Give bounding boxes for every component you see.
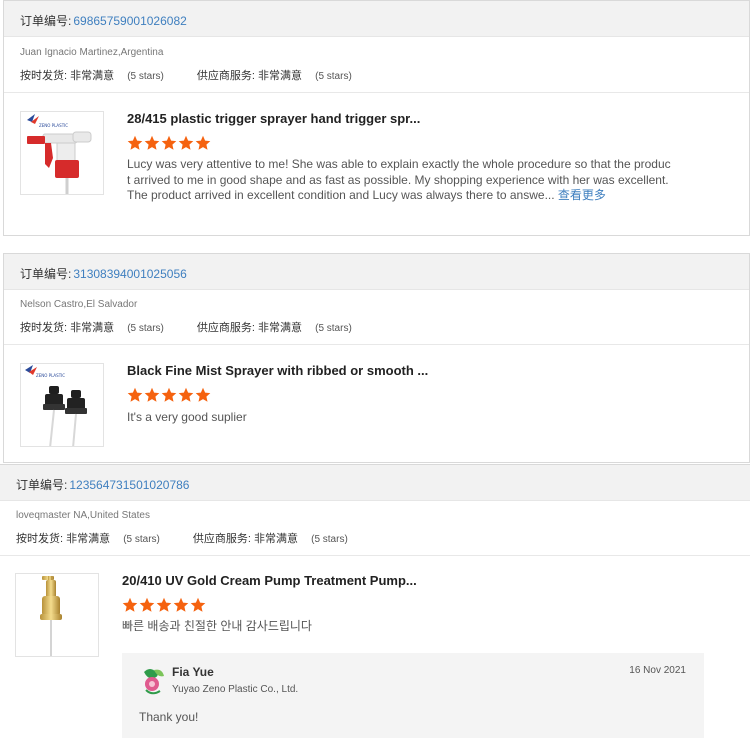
service-stars: (5 stars) <box>315 71 352 82</box>
delivery-value: 非常满意 <box>66 533 111 545</box>
cream-pump-image[interactable] <box>15 573 99 657</box>
order-number-link[interactable]: 69865759001026082 <box>73 14 186 28</box>
review-text: Lucy was very attentive to me! She was a… <box>127 157 673 204</box>
rating-stars <box>127 387 212 403</box>
service-value: 非常满意 <box>254 533 299 545</box>
divider <box>0 555 750 556</box>
delivery-label: 按时发货: <box>20 322 68 334</box>
svg-text:ZENO PLASTIC: ZENO PLASTIC <box>36 373 65 378</box>
order-header: 订单编号: 69865759001026082 <box>4 1 749 37</box>
order-label: 订单编号: <box>20 14 72 28</box>
rating-stars <box>122 597 207 613</box>
order-info: 订单编号: 31308394001025056 <box>20 265 187 282</box>
supplier-ratings: 按时发货: 非常满意 (5 stars) 供应商服务: 非常满意 (5 star… <box>16 530 348 546</box>
seller-avatar-icon <box>140 666 166 696</box>
delivery-stars: (5 stars) <box>127 71 164 82</box>
star-icon <box>195 387 211 402</box>
order-info: 订单编号: 123564731501020786 <box>16 476 189 493</box>
review-text: 빠른 배송과 친절한 안내 감사드립니다 <box>122 619 312 633</box>
star-icon <box>161 135 177 150</box>
delivery-stars: (5 stars) <box>123 534 160 545</box>
delivery-label: 按时发货: <box>16 533 64 545</box>
supplier-ratings: 按时发货: 非常满意 (5 stars) 供应商服务: 非常满意 (5 star… <box>20 67 352 83</box>
service-label: 供应商服务: <box>196 322 255 334</box>
reply-author: Fia Yue <box>172 665 214 679</box>
review-card: 订单编号: 31308394001025056 Nelson Castro,El … <box>3 253 750 463</box>
divider <box>4 344 749 345</box>
service-label: 供应商服务: <box>196 70 255 82</box>
order-header: 订单编号: 31308394001025056 <box>4 254 749 290</box>
order-header: 订单编号: 123564731501020786 <box>0 465 750 501</box>
star-icon <box>127 387 143 402</box>
product-title-link[interactable]: 20/410 UV Gold Cream Pump Treatment Pump… <box>122 573 417 588</box>
star-icon <box>173 597 189 612</box>
product-title-link[interactable]: 28/415 plastic trigger sprayer hand trig… <box>127 111 420 126</box>
order-number-link[interactable]: 123564731501020786 <box>69 478 189 492</box>
star-icon <box>195 135 211 150</box>
view-more-link[interactable]: 查看更多 <box>558 188 606 202</box>
review-text: It's a very good suplier <box>127 410 247 424</box>
product-title-link[interactable]: Black Fine Mist Sprayer with ribbed or s… <box>127 363 428 378</box>
reply-message: Thank you! <box>139 710 199 724</box>
mist-sprayer-image[interactable]: ZENO PLASTIC <box>20 363 104 447</box>
service-stars: (5 stars) <box>311 534 348 545</box>
star-icon <box>127 135 143 150</box>
star-icon <box>178 387 194 402</box>
svg-text:ZENO PLASTIC: ZENO PLASTIC <box>39 123 68 128</box>
review-card: 订单编号: 69865759001026082 Juan Ignacio Mart… <box>3 0 750 236</box>
service-value: 非常满意 <box>258 322 303 334</box>
delivery-label: 按时发货: <box>20 70 68 82</box>
star-icon <box>178 135 194 150</box>
star-icon <box>161 387 177 402</box>
delivery-stars: (5 stars) <box>127 323 164 334</box>
star-icon <box>156 597 172 612</box>
star-icon <box>144 387 160 402</box>
delivery-value: 非常满意 <box>70 70 115 82</box>
buyer-name: Juan Ignacio Martinez,Argentina <box>20 47 164 58</box>
seller-reply: Fia Yue Yuyao Zeno Plastic Co., Ltd. 16 … <box>122 653 704 738</box>
reply-date: 16 Nov 2021 <box>629 665 686 676</box>
order-label: 订单编号: <box>16 478 68 492</box>
delivery-value: 非常满意 <box>70 322 115 334</box>
star-icon <box>190 597 206 612</box>
order-number-link[interactable]: 31308394001025056 <box>73 267 186 281</box>
rating-stars <box>127 135 212 151</box>
service-label: 供应商服务: <box>192 533 251 545</box>
buyer-name: loveqmaster NA,United States <box>16 510 150 521</box>
star-icon <box>144 135 160 150</box>
service-value: 非常满意 <box>258 70 303 82</box>
trigger-sprayer-image[interactable]: ZENO PLASTIC <box>20 111 104 195</box>
divider <box>4 92 749 93</box>
buyer-name: Nelson Castro,El Salvador <box>20 299 138 310</box>
service-stars: (5 stars) <box>315 323 352 334</box>
reply-company: Yuyao Zeno Plastic Co., Ltd. <box>172 684 299 695</box>
supplier-ratings: 按时发货: 非常满意 (5 stars) 供应商服务: 非常满意 (5 star… <box>20 319 352 335</box>
order-info: 订单编号: 69865759001026082 <box>20 12 187 29</box>
star-icon <box>122 597 138 612</box>
star-icon <box>139 597 155 612</box>
order-label: 订单编号: <box>20 267 72 281</box>
